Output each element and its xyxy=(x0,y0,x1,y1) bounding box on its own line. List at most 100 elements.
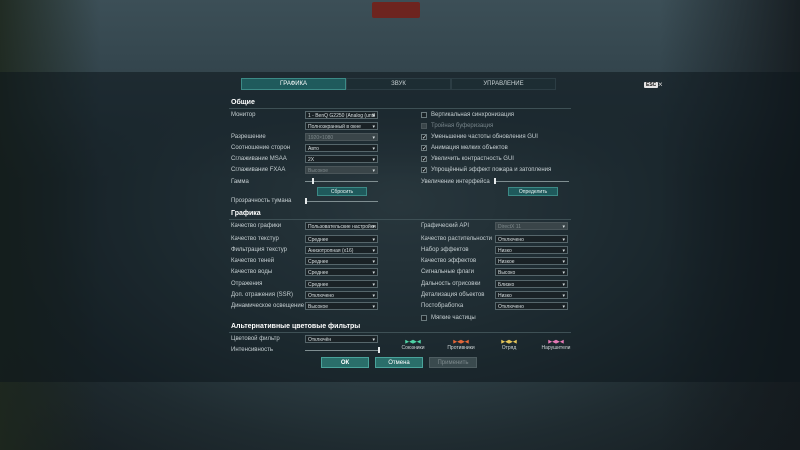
fxaa-label: Сглаживание FXAA xyxy=(231,167,286,173)
gfx-right-label: Набор эффектов xyxy=(421,247,469,253)
gfx-left-select[interactable]: Пользовательские настройки ▾ xyxy=(305,222,378,230)
msaa-label: Сглаживание MSAA xyxy=(231,156,287,162)
gamma-slider-track[interactable] xyxy=(305,181,378,182)
gfx-left-select[interactable]: Высокое ▾ xyxy=(305,302,378,310)
aspect-ratio-select[interactable]: Авто ▾ xyxy=(305,144,378,152)
reset-gamma-button[interactable]: Сбросить xyxy=(317,187,367,196)
chevron-down-icon: ▾ xyxy=(372,304,375,310)
section-title-graphics: Графика xyxy=(231,210,261,217)
gfx-right-select[interactable]: Высоко ▾ xyxy=(495,268,568,276)
soft-particles-label: Мягкие частицы xyxy=(431,315,476,321)
legend-label: Противники xyxy=(447,345,475,351)
simplified-fire-label: Упрощённый эффект пожара и затопления xyxy=(431,167,552,173)
gfx-left-select[interactable]: Анизотропная (x16) ▾ xyxy=(305,246,378,254)
gui-frequency-label: Уменьшение частоты обновления GUI xyxy=(431,134,538,140)
detect-button[interactable]: Определить xyxy=(508,187,558,196)
chevron-down-icon: ▾ xyxy=(562,304,565,310)
gfx-right-label: Графический API xyxy=(421,223,470,229)
gfx-left-select[interactable]: Среднее ▾ xyxy=(305,280,378,288)
fxaa-select: Высокое ▾ xyxy=(305,166,378,174)
filter-legend-item: ▶◀▶◀ Отряд xyxy=(489,339,529,351)
gfx-right-label: Детализация объектов xyxy=(421,292,485,298)
gfx-right-select[interactable]: Близко ▾ xyxy=(495,280,568,288)
chevron-down-icon: ▾ xyxy=(372,237,375,243)
chevron-down-icon: ▾ xyxy=(372,259,375,265)
gfx-left-label: Динамическое освещение xyxy=(231,303,305,309)
chevron-down-icon: ▾ xyxy=(372,270,375,276)
chevron-down-icon: ▾ xyxy=(372,293,375,299)
gfx-left-label: Качество воды xyxy=(231,269,273,275)
filter-legend-item: ▶◀▶◀ Союзники xyxy=(393,339,433,351)
section-title-color-filters: Альтернативные цветовые фильтры xyxy=(231,323,361,330)
chevron-down-icon: ▾ xyxy=(562,270,565,276)
monitor-select[interactable]: 1 - BenQ G2250 (Analog (until ▾ xyxy=(305,111,378,119)
gfx-right-select[interactable]: Отключено ▾ xyxy=(495,235,568,243)
msaa-select[interactable]: 2X ▾ xyxy=(305,155,378,163)
cancel-button[interactable]: Отмена xyxy=(375,357,423,368)
ui-scale-slider-handle[interactable] xyxy=(494,178,496,184)
fog-slider-track[interactable] xyxy=(305,201,378,202)
chevron-down-icon: ▾ xyxy=(562,248,565,254)
tab-sound[interactable]: ЗВУК xyxy=(346,78,451,90)
intensity-slider-handle[interactable] xyxy=(378,347,380,353)
section-title-general: Общие xyxy=(231,99,255,106)
chevron-down-icon: ▾ xyxy=(562,237,565,243)
filter-legend-item: ▶◀▶◀ Противники xyxy=(441,339,481,351)
ui-scale-slider-track[interactable] xyxy=(494,181,569,182)
ok-button[interactable]: ОК xyxy=(321,357,369,368)
intensity-slider-track[interactable] xyxy=(305,350,380,351)
simplified-fire-checkbox[interactable]: ✓ xyxy=(421,167,427,174)
gamma-label: Гамма xyxy=(231,179,249,185)
settings-tabs: ГРАФИКА ЗВУК УПРАВЛЕНИЕ xyxy=(241,78,556,90)
ui-scale-label: Увеличение интерфейса xyxy=(421,179,490,185)
vsync-checkbox[interactable] xyxy=(421,112,427,118)
gfx-left-select[interactable]: Среднее ▾ xyxy=(305,235,378,243)
gfx-right-select[interactable]: Низко ▾ xyxy=(495,246,568,254)
tab-graphics[interactable]: ГРАФИКА xyxy=(241,78,346,90)
monitor-label: Монитор xyxy=(231,112,256,118)
gfx-left-select[interactable]: Отключено ▾ xyxy=(305,291,378,299)
gfx-left-label: Качество теней xyxy=(231,258,275,264)
aspect-ratio-label: Соотношение сторон xyxy=(231,145,291,151)
resolution-select: 1920×1080 ▾ xyxy=(305,133,378,141)
gfx-left-label: Качество текстур xyxy=(231,236,279,242)
gfx-right-select[interactable]: Низко ▾ xyxy=(495,291,568,299)
apply-button: Применить xyxy=(429,357,477,368)
legend-label: Отряд xyxy=(501,345,517,351)
gfx-right-label: Сигнальные флаги xyxy=(421,269,474,275)
esc-key-hint: ESC xyxy=(644,82,659,88)
gfx-right-label: Постобработка xyxy=(421,303,464,309)
chevron-down-icon: ▾ xyxy=(562,259,565,265)
gfx-right-select[interactable]: Отключено ▾ xyxy=(495,302,568,310)
background-battle-button xyxy=(372,2,420,18)
filter-legend-item: ▶◀▶◀ Нарушители xyxy=(536,339,576,351)
tab-controls[interactable]: УПРАВЛЕНИЕ xyxy=(451,78,556,90)
screen-mode-select[interactable]: Полноэкранный в окне ▾ xyxy=(305,122,378,130)
soft-particles-checkbox[interactable] xyxy=(421,315,427,321)
divider xyxy=(229,219,571,220)
color-filter-select[interactable]: Отключён ▾ xyxy=(305,335,378,343)
chevron-down-icon: ▾ xyxy=(372,224,375,230)
divider xyxy=(229,332,571,333)
gfx-right-label: Качество растительности xyxy=(421,236,493,242)
gui-contrast-checkbox[interactable]: ✓ xyxy=(421,156,427,163)
legend-label: Союзники xyxy=(401,345,425,351)
gfx-right-select[interactable]: Низкое ▾ xyxy=(495,257,568,265)
gfx-right-label: Дальность отрисовки xyxy=(421,281,481,287)
chevron-down-icon: ▾ xyxy=(562,293,565,299)
chevron-down-icon: ▾ xyxy=(372,282,375,288)
gamma-slider-handle[interactable] xyxy=(312,178,314,184)
color-filter-label: Цветовой фильтр xyxy=(231,336,280,342)
gfx-left-select[interactable]: Среднее ▾ xyxy=(305,257,378,265)
gui-frequency-checkbox[interactable]: ✓ xyxy=(421,134,427,141)
small-objects-animation-checkbox[interactable]: ✓ xyxy=(421,145,427,152)
gfx-right-label: Качество эффектов xyxy=(421,258,477,264)
gfx-left-select[interactable]: Среднее ▾ xyxy=(305,268,378,276)
triple-buffering-label: Тройная буферизация xyxy=(431,123,494,129)
intensity-label: Интенсивность xyxy=(231,347,274,353)
chevron-down-icon: ▾ xyxy=(562,224,565,230)
fog-slider-handle[interactable] xyxy=(305,198,307,204)
fog-label: Прозрачность тумана xyxy=(231,198,292,204)
close-icon[interactable]: × xyxy=(658,80,663,89)
chevron-down-icon: ▾ xyxy=(372,248,375,254)
